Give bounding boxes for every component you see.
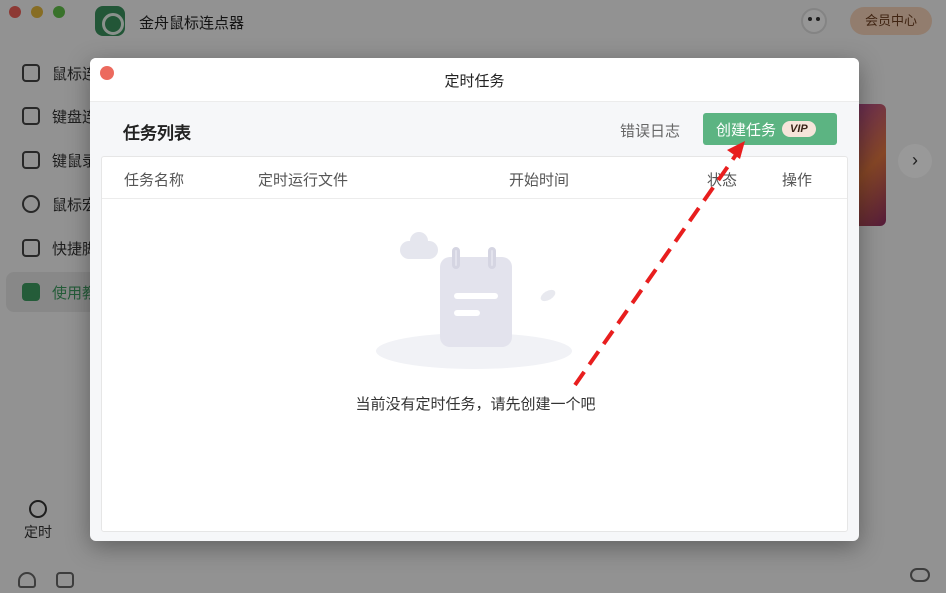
error-log-link[interactable]: 错误日志	[620, 120, 680, 141]
empty-state-illustration	[372, 232, 582, 373]
notepad-ring	[488, 247, 496, 269]
notepad-ring	[452, 247, 460, 269]
create-task-label: 创建任务	[716, 121, 777, 139]
notepad-line	[454, 310, 480, 316]
timer-task-dialog: 定时任务 任务列表 错误日志 创建任务 VIP 任务名称 定时运行文件 开始时间…	[90, 58, 859, 541]
notepad-icon	[440, 247, 512, 347]
dialog-header: 定时任务	[90, 58, 859, 102]
task-list-title: 任务列表	[123, 124, 191, 143]
leaf-icon	[538, 287, 558, 304]
column-header-status: 状态	[707, 172, 738, 189]
column-header-actions: 操作	[782, 172, 813, 189]
create-task-button[interactable]: 创建任务 VIP	[703, 113, 837, 145]
column-header-task-name: 任务名称	[124, 172, 185, 189]
vip-badge: VIP	[782, 121, 816, 137]
task-table: 任务名称 定时运行文件 开始时间 状态 操作 当前没有定时任务，请先创建一个吧	[101, 156, 848, 532]
notepad-line	[454, 293, 498, 299]
empty-state-message: 当前没有定时任务，请先创建一个吧	[355, 396, 596, 413]
dialog-title: 定时任务	[444, 73, 505, 90]
cloud-icon	[400, 232, 438, 259]
column-header-file: 定时运行文件	[258, 172, 349, 189]
column-header-start-time: 开始时间	[509, 172, 570, 189]
table-header: 任务名称 定时运行文件 开始时间 状态 操作	[102, 157, 847, 199]
